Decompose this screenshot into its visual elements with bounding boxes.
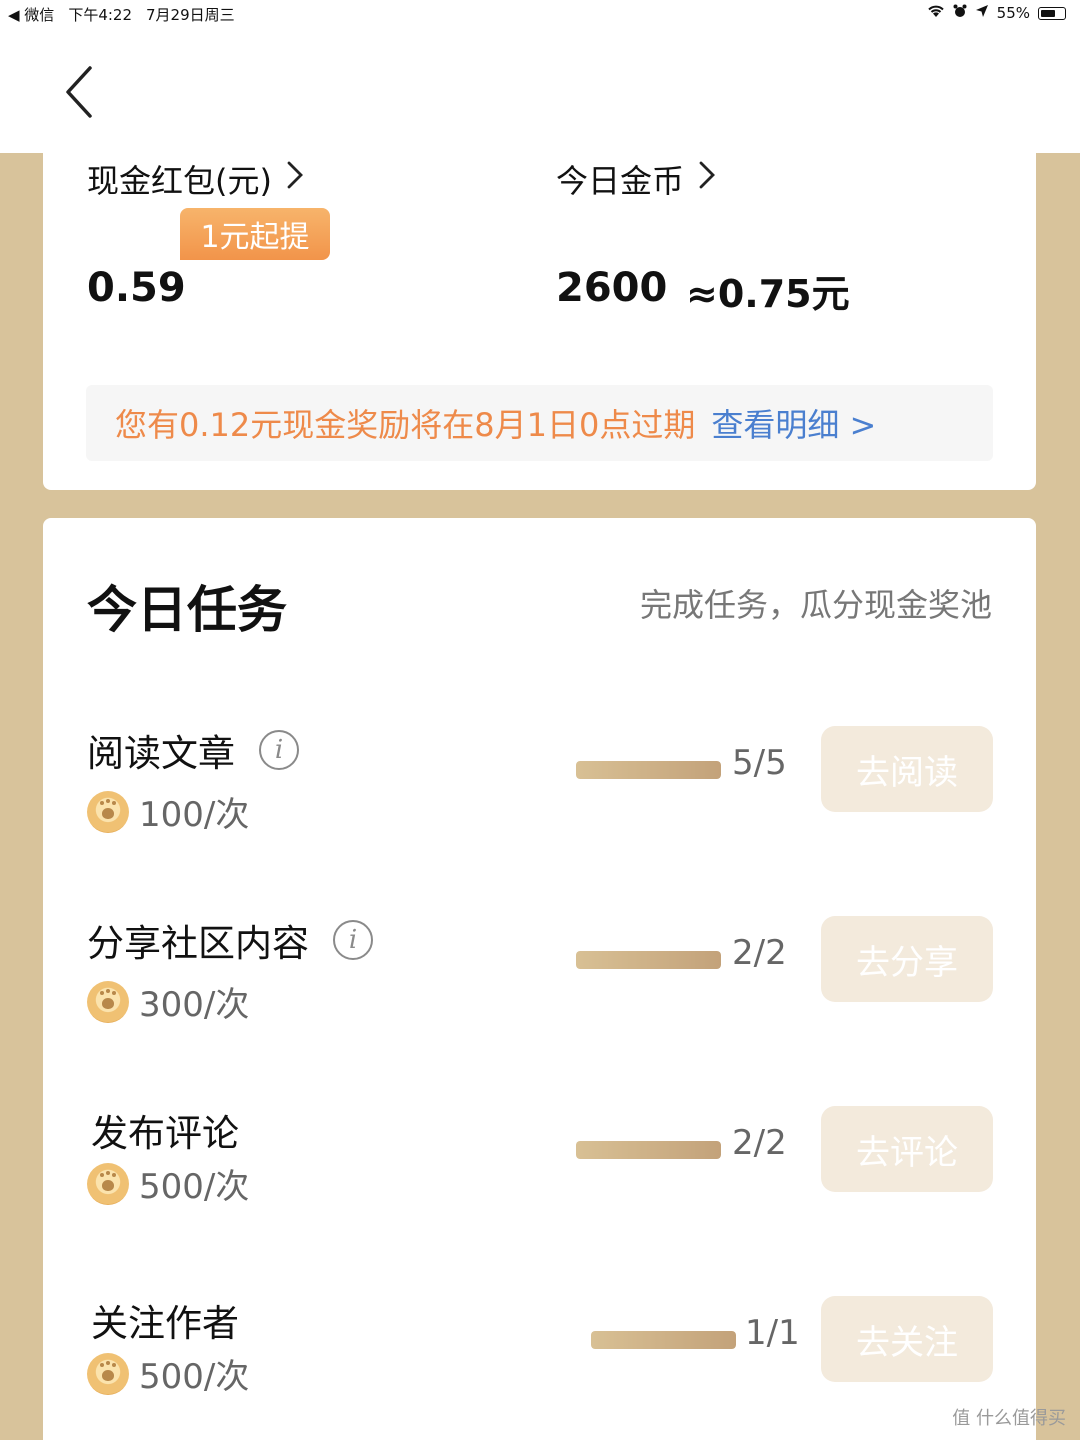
go-read-button[interactable]: 去阅读 — [821, 726, 993, 812]
task-progress-fill — [576, 1141, 721, 1159]
status-date: 7月29日周三 — [146, 6, 235, 24]
info-icon[interactable]: i — [333, 920, 373, 960]
task-reward: 300/次 — [87, 977, 249, 1026]
coin-icon — [87, 1352, 129, 1395]
page: ◀ 微信 下午4:22 7月29日周三 55% 现金红包(元) 1元起提 0.5… — [0, 0, 1080, 1440]
task-name-wrap: 分享社区内容 i — [87, 913, 373, 967]
task-name-wrap: 阅读文章 i — [87, 723, 299, 777]
battery-icon — [1038, 6, 1066, 20]
task-reward-text: 300/次 — [139, 985, 250, 1025]
task-name: 关注作者 — [91, 1302, 239, 1345]
go-share-button[interactable]: 去分享 — [821, 916, 993, 1002]
task-progress-fill — [576, 951, 721, 969]
coin-icon — [87, 980, 129, 1023]
task-reward: 100/次 — [87, 787, 249, 836]
task-name: 发布评论 — [91, 1112, 239, 1155]
task-progress-text: 2/2 — [732, 1123, 787, 1163]
task-name-wrap: 关注作者 — [91, 1293, 239, 1347]
watermark-text: 值 什么值得买 — [952, 1408, 1066, 1429]
alarm-icon — [953, 4, 967, 22]
nav-bar — [0, 28, 1080, 153]
back-to-app-link[interactable]: ◀ 微信 — [8, 4, 54, 25]
task-reward: 500/次 — [87, 1349, 249, 1398]
task-name-wrap: 发布评论 — [91, 1103, 239, 1157]
chevron-right-icon — [286, 160, 304, 198]
cash-value: 0.59 — [87, 265, 186, 311]
task-reward-text: 100/次 — [139, 795, 250, 835]
coins-label-link[interactable]: 今日金币 — [556, 156, 716, 202]
info-icon[interactable]: i — [259, 730, 299, 770]
cash-label-link[interactable]: 现金红包(元) — [87, 156, 304, 202]
tasks-subtitle: 完成任务，瓜分现金奖池 — [639, 586, 992, 624]
coin-icon — [87, 1162, 129, 1205]
chevron-right-icon — [698, 160, 716, 198]
coins-label: 今日金币 — [556, 162, 685, 200]
task-row-read: 阅读文章 i 100/次 5/5 去阅读 — [43, 723, 1036, 843]
wallet-card: 现金红包(元) 1元起提 0.59 今日金币 2600 ≈0.75元 您有0.1… — [43, 153, 1036, 490]
view-details-link[interactable]: 查看明细 > — [711, 400, 876, 446]
wifi-icon — [927, 4, 945, 22]
coins-value: 2600 — [556, 265, 668, 311]
task-row-comment: 发布评论 500/次 2/2 去评论 — [43, 1103, 1036, 1223]
task-progress-text: 5/5 — [732, 743, 787, 783]
tasks-title: 今日任务 — [87, 581, 287, 639]
go-comment-button[interactable]: 去评论 — [821, 1106, 993, 1192]
back-chevron-icon[interactable] — [60, 64, 100, 120]
task-reward: 500/次 — [87, 1159, 249, 1208]
status-bar: ◀ 微信 下午4:22 7月29日周三 55% — [0, 0, 1080, 28]
coins-approx-value: ≈0.75元 — [686, 272, 850, 316]
coin-icon — [87, 790, 129, 833]
status-time: 下午4:22 — [68, 6, 132, 24]
location-icon — [975, 4, 989, 22]
task-progress-bar — [576, 1141, 721, 1159]
expiry-notice: 您有0.12元现金奖励将在8月1日0点过期 查看明细 > — [86, 385, 993, 461]
task-name: 分享社区内容 — [87, 922, 309, 965]
task-progress-fill — [576, 761, 721, 779]
tasks-card: 今日任务 完成任务，瓜分现金奖池 阅读文章 i 100/次 5/5 去阅读 分享… — [43, 518, 1036, 1440]
task-progress-bar — [576, 761, 721, 779]
cash-label: 现金红包(元) — [87, 162, 272, 200]
task-row-follow: 关注作者 500/次 1/1 去关注 — [43, 1293, 1036, 1413]
task-progress-fill — [591, 1331, 736, 1349]
task-reward-text: 500/次 — [139, 1167, 250, 1207]
withdraw-threshold-badge: 1元起提 — [180, 208, 330, 260]
expiry-notice-text: 您有0.12元现金奖励将在8月1日0点过期 — [115, 406, 696, 444]
task-row-share: 分享社区内容 i 300/次 2/2 去分享 — [43, 913, 1036, 1033]
task-progress-bar — [576, 951, 721, 969]
task-progress-text: 1/1 — [745, 1313, 800, 1353]
battery-percent: 55% — [996, 4, 1030, 22]
task-progress-text: 2/2 — [732, 933, 787, 973]
task-progress-bar — [591, 1331, 736, 1349]
task-name: 阅读文章 — [87, 732, 235, 775]
watermark: 值 什么值得买 — [952, 1404, 1066, 1430]
go-follow-button[interactable]: 去关注 — [821, 1296, 993, 1382]
task-reward-text: 500/次 — [139, 1357, 250, 1397]
